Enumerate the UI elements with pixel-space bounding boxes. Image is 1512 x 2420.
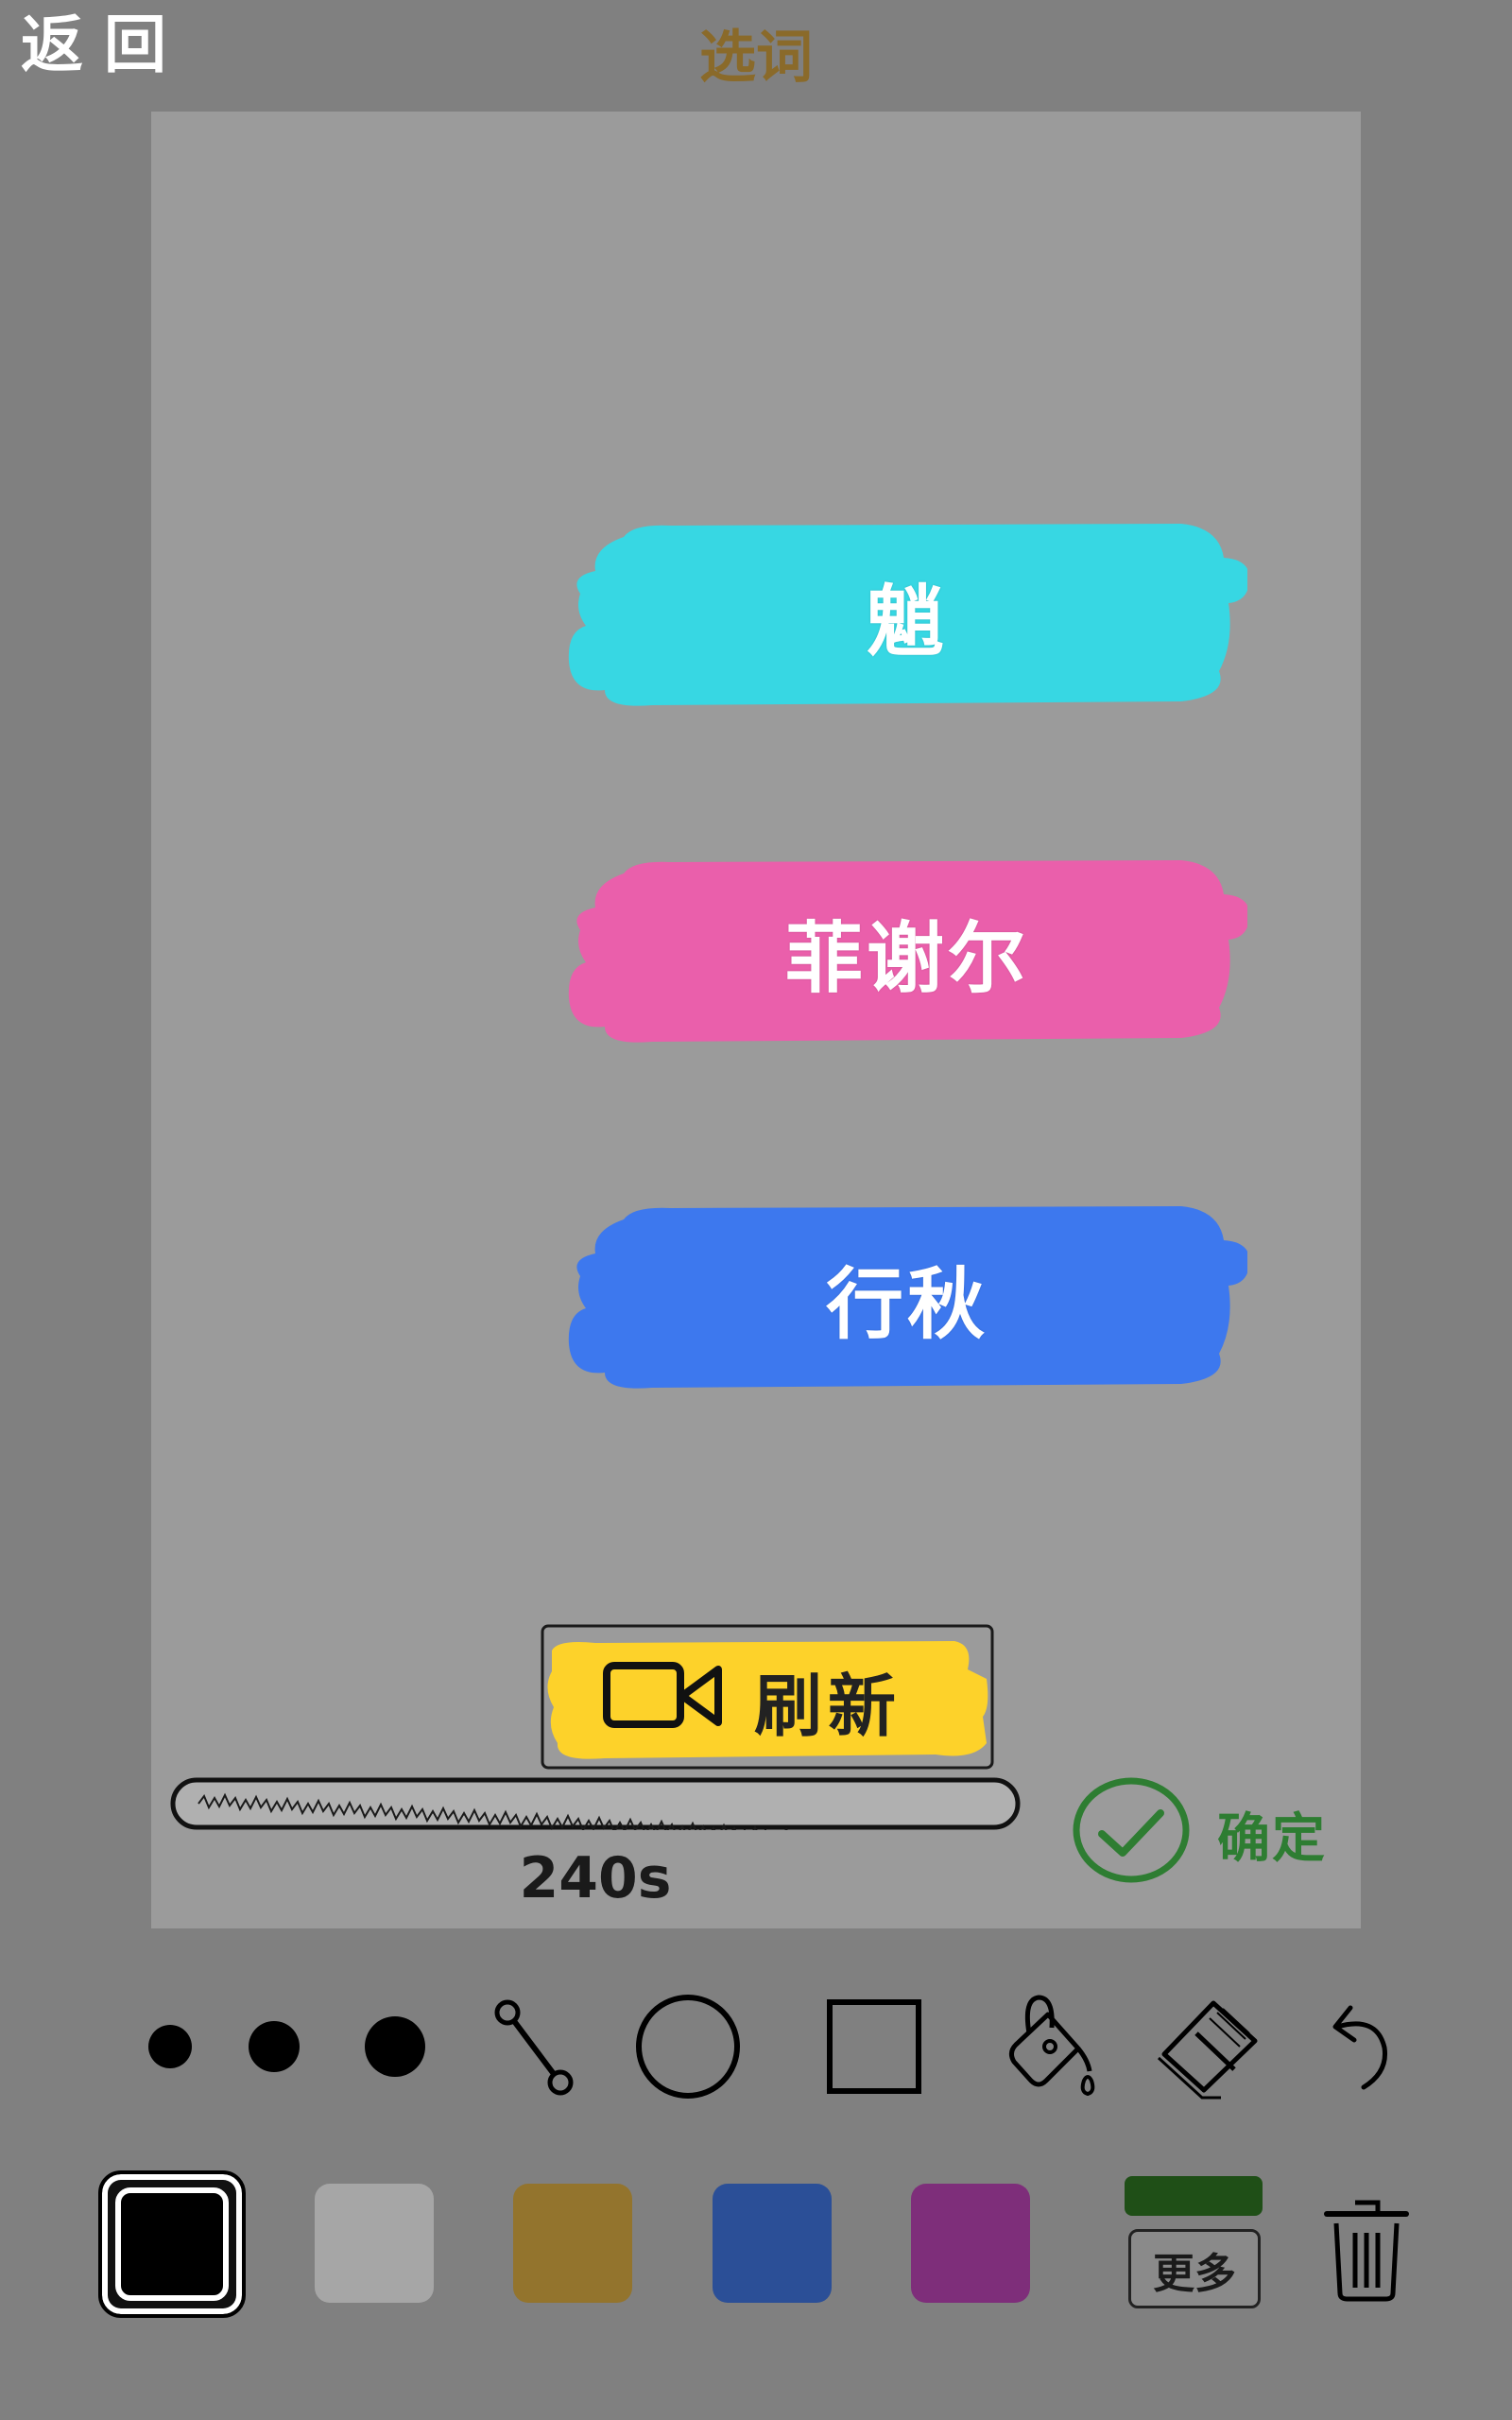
dot-large-icon [365, 2016, 425, 2077]
word-option-label: 菲谢尔 [784, 913, 1029, 1004]
fill-bucket-button[interactable] [992, 1985, 1106, 2108]
refresh-button[interactable]: 刷新 [539, 1622, 996, 1772]
video-camera-icon [603, 1662, 722, 1728]
undo-icon [1332, 2005, 1388, 2090]
trash-icon [1324, 2200, 1409, 2302]
circle-tool-icon [636, 1995, 740, 2099]
more-label: 更多 [1153, 2250, 1236, 2298]
word-option-1[interactable]: 魈 [567, 520, 1247, 709]
more-colors-button[interactable]: 更多 [1123, 2176, 1264, 2312]
clear-canvas-button[interactable] [1319, 2191, 1414, 2305]
line-tool-icon [494, 1999, 574, 2096]
eraser-icon [1157, 2000, 1258, 2100]
selected-color-fill [115, 2187, 229, 2301]
refresh-label: 刷新 [754, 1667, 902, 1746]
rectangle-tool-icon [827, 1999, 921, 2094]
page-title: 选词 [699, 25, 813, 91]
eraser-button[interactable] [1151, 1985, 1264, 2108]
more-tag: 更多 [1128, 2229, 1261, 2308]
word-option-label: 魈 [866, 577, 948, 667]
confirm-button[interactable]: 确定 [1070, 1773, 1334, 1887]
timer-text: 240s [519, 1845, 672, 1911]
rectangle-tool-button[interactable] [817, 1985, 931, 2108]
word-option-2[interactable]: 菲谢尔 [567, 856, 1247, 1046]
check-circle-icon [1073, 1777, 1190, 1883]
circle-tool-button[interactable] [631, 1985, 745, 2108]
brush-size-large-button[interactable] [338, 1985, 452, 2108]
dot-medium-icon [249, 2021, 300, 2072]
dot-small-icon [148, 2025, 192, 2068]
brush-size-medium-button[interactable] [217, 1985, 331, 2108]
color-swatch-gold[interactable] [513, 2184, 632, 2303]
word-option-label: 行秋 [825, 1259, 988, 1350]
countdown-timer-bar [170, 1777, 1021, 1830]
more-color-preview [1125, 2176, 1263, 2216]
word-option-3[interactable]: 行秋 [567, 1202, 1247, 1392]
line-tool-button[interactable] [472, 1985, 586, 2108]
color-swatch-gray[interactable] [315, 2184, 434, 2303]
color-swatch-purple[interactable] [911, 2184, 1030, 2303]
brush-size-small-button[interactable] [113, 1985, 227, 2108]
undo-button[interactable] [1302, 1985, 1416, 2108]
paint-bucket-icon [1008, 1995, 1095, 2097]
color-swatch-selected[interactable] [98, 2170, 246, 2318]
confirm-label: 确定 [1217, 1808, 1327, 1870]
color-swatch-blue[interactable] [713, 2184, 832, 2303]
